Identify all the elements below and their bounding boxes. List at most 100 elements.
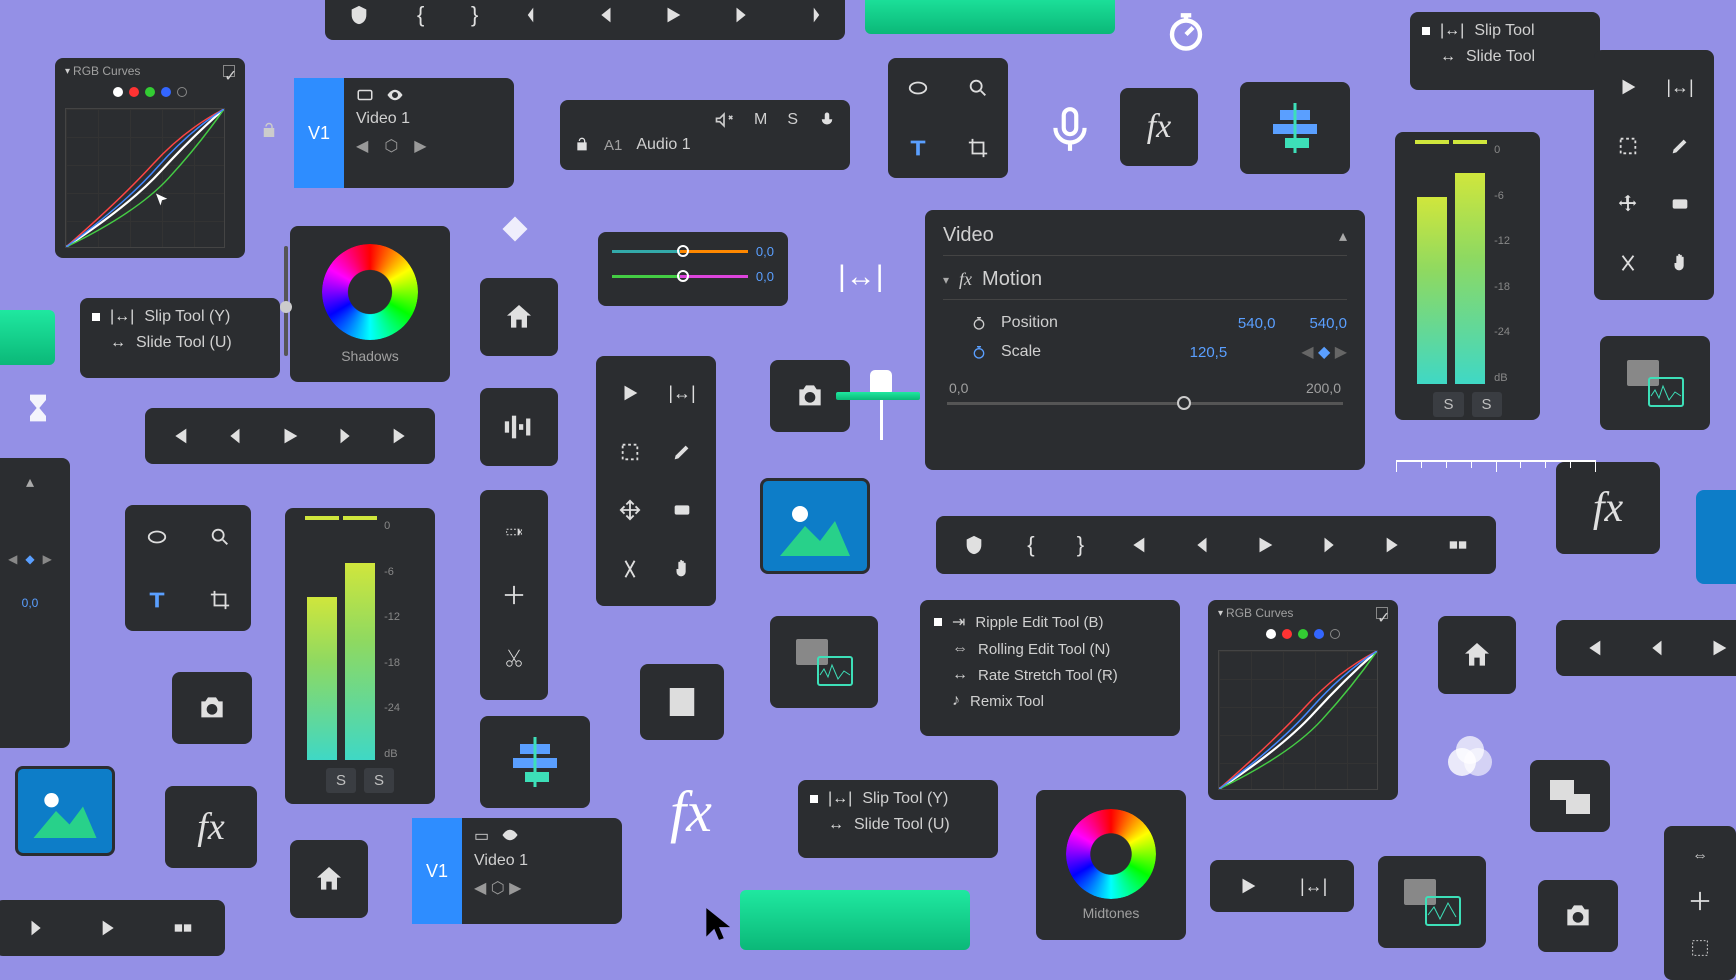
crop-icon[interactable]: [967, 137, 989, 159]
rect-icon[interactable]: [1669, 193, 1691, 215]
rate-tool[interactable]: Rate Stretch Tool (R): [978, 667, 1118, 684]
play-icon[interactable]: [1708, 637, 1730, 659]
audio-bars-icon[interactable]: [480, 388, 558, 466]
slip-slide-panel-top[interactable]: |↔| Slip Tool ↔ Slide Tool: [1410, 12, 1600, 90]
picture-thumb[interactable]: [760, 478, 870, 574]
solo-label[interactable]: S: [787, 111, 798, 129]
timeline-icon[interactable]: [480, 716, 590, 808]
rect-select-icon[interactable]: [1617, 135, 1639, 157]
slip-slide-panel-left[interactable]: |↔| Slip Tool (Y) ↔ Slide Tool (U): [80, 298, 280, 378]
stopwatch-icon[interactable]: [971, 315, 987, 331]
video-track-header-2[interactable]: V1 ▭ Video 1 ◀ ⬡ ▶: [412, 818, 622, 924]
rect-select-icon[interactable]: [619, 441, 641, 463]
ellipse-icon[interactable]: [146, 526, 168, 548]
range-slider[interactable]: [947, 402, 1343, 405]
scale-val[interactable]: 120,5: [1190, 344, 1228, 361]
stopwatch-icon[interactable]: [971, 344, 987, 360]
rolling-tool[interactable]: Rolling Edit Tool (N): [978, 641, 1110, 658]
checkbox-icon[interactable]: ✓: [1376, 607, 1388, 619]
effects-grid-2[interactable]: [125, 505, 251, 631]
dual-slider-panel[interactable]: 0,0 0,0: [598, 232, 788, 306]
step-back-icon[interactable]: [1190, 534, 1212, 556]
camera-button[interactable]: [1538, 880, 1618, 952]
effects-grid[interactable]: [888, 58, 1008, 178]
hand-icon[interactable]: [1669, 252, 1691, 274]
brace-close-icon[interactable]: }: [471, 2, 478, 28]
edit-tool-list[interactable]: ⇥Ripple Edit Tool (B) ⇔Rolling Edit Tool…: [920, 600, 1180, 736]
audio-meter-panel-2[interactable]: 0 -6 -12 -18 -24 dB S S: [285, 508, 435, 804]
shadows-panel[interactable]: Shadows: [290, 226, 450, 382]
slip-slide-panel-bottom[interactable]: |↔| Slip Tool (Y) ↔ Slide Tool (U): [798, 780, 998, 858]
pen-icon[interactable]: [1669, 135, 1691, 157]
move-icon[interactable]: [503, 584, 525, 606]
marker-icon[interactable]: [348, 4, 370, 26]
razor-icon[interactable]: [1617, 252, 1639, 274]
home-button[interactable]: [290, 840, 368, 918]
lift-icon[interactable]: [1447, 534, 1469, 556]
home-button[interactable]: [480, 278, 558, 356]
text-icon[interactable]: [146, 589, 168, 611]
go-start-icon[interactable]: [1126, 534, 1148, 556]
toolbar-top[interactable]: { }: [325, 0, 845, 40]
solo-r[interactable]: S: [1472, 392, 1502, 417]
eye-icon[interactable]: [386, 86, 404, 104]
video-track-header[interactable]: V1 Video 1 ◀⬡▶: [294, 78, 514, 188]
tool-column[interactable]: [480, 490, 548, 700]
step-back-icon[interactable]: [1645, 637, 1667, 659]
move-icon[interactable]: [1689, 890, 1711, 912]
lift-icon[interactable]: [172, 917, 194, 939]
go-start-icon[interactable]: [1582, 637, 1604, 659]
home-button[interactable]: [1438, 616, 1516, 694]
film-icon[interactable]: [640, 664, 724, 740]
picture-thumb[interactable]: [1696, 490, 1736, 584]
audio-meter-panel[interactable]: 0 -6 -12 -18 -24 dB S S: [1395, 132, 1540, 420]
transport-bar[interactable]: [145, 408, 435, 464]
brace-open-icon[interactable]: {: [417, 2, 424, 28]
tool-grid-center[interactable]: |↔|: [596, 356, 716, 606]
insert-right-icon[interactable]: [800, 4, 822, 26]
razor-icon[interactable]: [619, 558, 641, 580]
step-back-icon[interactable]: [594, 4, 616, 26]
hand-icon[interactable]: [671, 558, 693, 580]
track-select-icon[interactable]: [503, 521, 525, 543]
timeline-icon[interactable]: [1240, 82, 1350, 174]
play-icon[interactable]: [662, 4, 684, 26]
play-icon[interactable]: [279, 425, 301, 447]
fx-button[interactable]: fx: [1120, 88, 1198, 166]
remix-tool[interactable]: Remix Tool: [970, 693, 1044, 710]
step-forward-icon[interactable]: [731, 4, 753, 26]
play-icon[interactable]: [619, 382, 641, 404]
insert-toolbar[interactable]: [0, 900, 225, 956]
step-back-icon[interactable]: [223, 425, 245, 447]
go-start-icon[interactable]: [168, 425, 190, 447]
play-icon[interactable]: [1237, 875, 1259, 897]
curve-canvas[interactable]: [65, 108, 225, 248]
move-icon[interactable]: [619, 499, 641, 521]
playhead[interactable]: [870, 370, 892, 440]
picture-thumb[interactable]: [15, 766, 115, 856]
project-icon[interactable]: [1530, 760, 1610, 832]
unlock-icon[interactable]: [260, 122, 278, 140]
unlock-icon[interactable]: [574, 137, 590, 153]
colorwheel[interactable]: [1066, 809, 1156, 899]
film-icon[interactable]: [356, 86, 374, 104]
text-icon[interactable]: [907, 137, 929, 159]
zoom-icon[interactable]: [967, 77, 989, 99]
pos-x[interactable]: 540,0: [1238, 315, 1276, 332]
midtones-panel[interactable]: Midtones: [1036, 790, 1186, 940]
zoom-icon[interactable]: [209, 526, 231, 548]
razor-icon[interactable]: [503, 647, 525, 669]
rgb-curves-panel-2[interactable]: ▾RGB Curves ✓: [1208, 600, 1398, 800]
mute-label[interactable]: M: [754, 111, 767, 129]
left-edge-panel[interactable]: ▴ ◀ ◆ ▶ 0,0: [0, 458, 70, 748]
marker-icon[interactable]: [963, 534, 985, 556]
rect-icon[interactable]: [671, 499, 693, 521]
curve-canvas[interactable]: [1218, 650, 1378, 790]
step-forward-icon[interactable]: [1319, 534, 1341, 556]
slip-tool-y[interactable]: Slip Tool (Y): [144, 308, 230, 326]
eye-icon[interactable]: [501, 826, 519, 844]
go-end-icon[interactable]: [99, 917, 121, 939]
move-icon[interactable]: [1617, 193, 1639, 215]
solo-r[interactable]: S: [364, 768, 394, 793]
pen-icon[interactable]: [671, 441, 693, 463]
